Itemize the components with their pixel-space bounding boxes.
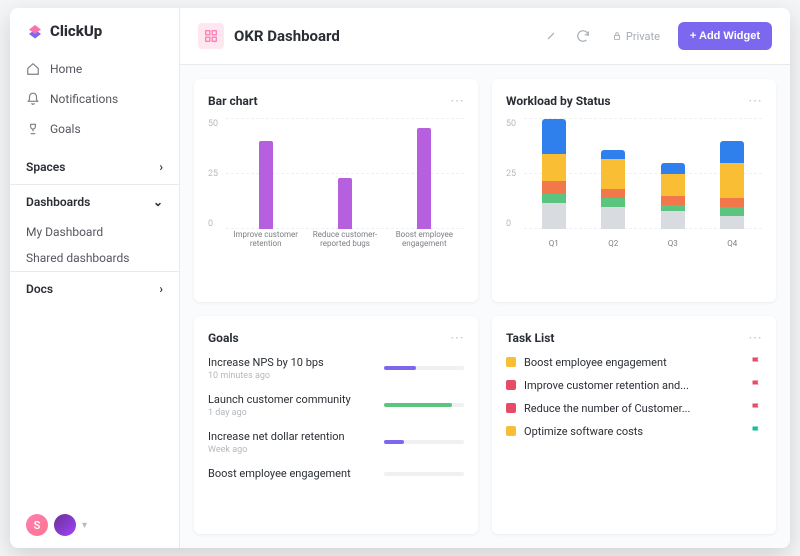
card-menu-icon[interactable]: ⋯	[748, 330, 762, 346]
dropdown-icon[interactable]: ▾	[82, 520, 87, 531]
avatar-row: S ▾	[10, 502, 179, 548]
card-tasks: Task List ⋯ Boost employee engagement Imp…	[492, 316, 776, 535]
stacked-bar	[720, 141, 744, 229]
progress-bar	[384, 440, 464, 444]
goal-name: Increase NPS by 10 bps	[208, 356, 374, 369]
card-menu-icon[interactable]: ⋯	[748, 93, 762, 109]
bar	[309, 178, 380, 229]
nav-goals[interactable]: Goals	[10, 114, 179, 144]
status-square-icon	[506, 426, 516, 436]
bar	[230, 141, 301, 229]
add-widget-button[interactable]: + Add Widget	[678, 22, 772, 50]
task-name: Optimize software costs	[524, 425, 742, 438]
card-goals: Goals ⋯ Increase NPS by 10 bps 10 minutes…	[194, 316, 478, 535]
progress-bar	[384, 403, 464, 407]
card-title: Bar chart	[208, 94, 258, 108]
nav-notifications[interactable]: Notifications	[10, 84, 179, 114]
card-menu-icon[interactable]: ⋯	[450, 330, 464, 346]
dashboard-icon	[198, 23, 224, 49]
avatar-self[interactable]: S	[26, 514, 48, 536]
stacked-bar	[542, 119, 566, 229]
chevron-right-icon: ›	[159, 160, 163, 174]
stacked-bar	[661, 163, 685, 229]
card-title: Task List	[506, 331, 554, 345]
status-square-icon	[506, 380, 516, 390]
x-label: Q4	[720, 240, 744, 249]
bar-chart: 50250 Improve customer retentionReduce c…	[208, 119, 464, 249]
header: OKR Dashboard Private + Add Widget	[180, 8, 790, 65]
goal-item[interactable]: Launch customer community 1 day ago	[208, 393, 464, 418]
privacy-label: Private	[626, 30, 660, 43]
page-title: OKR Dashboard	[234, 27, 530, 45]
task-item[interactable]: Boost employee engagement	[506, 356, 762, 369]
refresh-icon[interactable]	[572, 25, 594, 47]
bell-icon	[26, 92, 40, 106]
trophy-icon	[26, 122, 40, 136]
task-name: Boost employee engagement	[524, 356, 742, 369]
bar	[389, 128, 460, 229]
progress-bar	[384, 366, 464, 370]
section-label: Docs	[26, 282, 53, 296]
goal-item[interactable]: Boost employee engagement	[208, 467, 464, 482]
card-bar-chart: Bar chart ⋯ 50250 Improve customer reten…	[194, 79, 478, 302]
goal-item[interactable]: Increase NPS by 10 bps 10 minutes ago	[208, 356, 464, 381]
progress-bar	[384, 472, 464, 476]
task-item[interactable]: Reduce the number of Customer...	[506, 402, 762, 415]
logo[interactable]: ClickUp	[10, 8, 179, 54]
card-menu-icon[interactable]: ⋯	[450, 93, 464, 109]
goal-name: Launch customer community	[208, 393, 374, 406]
flag-icon[interactable]	[750, 379, 762, 391]
main: OKR Dashboard Private + Add Widget Bar c…	[180, 8, 790, 548]
flag-icon[interactable]	[750, 425, 762, 437]
goal-time: Week ago	[208, 445, 374, 455]
x-label: Q1	[542, 240, 566, 249]
task-name: Reduce the number of Customer...	[524, 402, 742, 415]
nav-label: Home	[50, 62, 82, 76]
goal-item[interactable]: Increase net dollar retention Week ago	[208, 430, 464, 455]
goal-time: 1 day ago	[208, 408, 374, 418]
clickup-logo-icon	[26, 22, 44, 40]
nav-label: Goals	[50, 122, 81, 136]
home-icon	[26, 62, 40, 76]
x-label: Boost employee engagement	[389, 231, 460, 249]
status-square-icon	[506, 357, 516, 367]
sidebar-item-my-dashboard[interactable]: My Dashboard	[10, 219, 179, 245]
expand-icon[interactable]	[540, 25, 562, 47]
section-dashboards[interactable]: Dashboards ⌄	[10, 184, 179, 219]
status-square-icon	[506, 403, 516, 413]
x-label: Improve customer retention	[230, 231, 301, 249]
brand-name: ClickUp	[50, 22, 102, 40]
chevron-right-icon: ›	[159, 282, 163, 296]
x-label: Reduce customer-reported bugs	[309, 231, 380, 249]
goal-name: Boost employee engagement	[208, 467, 374, 480]
stacked-bar-chart: 50250 Q1Q2Q3Q4	[506, 119, 762, 249]
task-item[interactable]: Improve customer retention and...	[506, 379, 762, 392]
task-name: Improve customer retention and...	[524, 379, 742, 392]
sidebar: ClickUp Home Notifications Goals Spaces …	[10, 8, 180, 548]
section-spaces[interactable]: Spaces ›	[10, 150, 179, 184]
card-workload: Workload by Status ⋯ 50250 Q1Q2Q3Q4	[492, 79, 776, 302]
flag-icon[interactable]	[750, 402, 762, 414]
privacy-toggle[interactable]: Private	[612, 30, 660, 43]
section-docs[interactable]: Docs ›	[10, 271, 179, 306]
x-label: Q3	[661, 240, 685, 249]
section-label: Dashboards	[26, 195, 90, 209]
nav-label: Notifications	[50, 92, 118, 106]
chevron-down-icon: ⌄	[153, 195, 163, 209]
goal-name: Increase net dollar retention	[208, 430, 374, 443]
card-title: Goals	[208, 331, 239, 345]
flag-icon[interactable]	[750, 356, 762, 368]
sidebar-item-shared-dashboards[interactable]: Shared dashboards	[10, 245, 179, 271]
x-label: Q2	[601, 240, 625, 249]
avatar-user[interactable]	[54, 514, 76, 536]
section-label: Spaces	[26, 160, 65, 174]
lock-icon	[612, 31, 622, 41]
task-item[interactable]: Optimize software costs	[506, 425, 762, 438]
content-grid: Bar chart ⋯ 50250 Improve customer reten…	[180, 65, 790, 548]
goal-time: 10 minutes ago	[208, 371, 374, 381]
nav-home[interactable]: Home	[10, 54, 179, 84]
stacked-bar	[601, 150, 625, 229]
card-title: Workload by Status	[506, 94, 611, 108]
